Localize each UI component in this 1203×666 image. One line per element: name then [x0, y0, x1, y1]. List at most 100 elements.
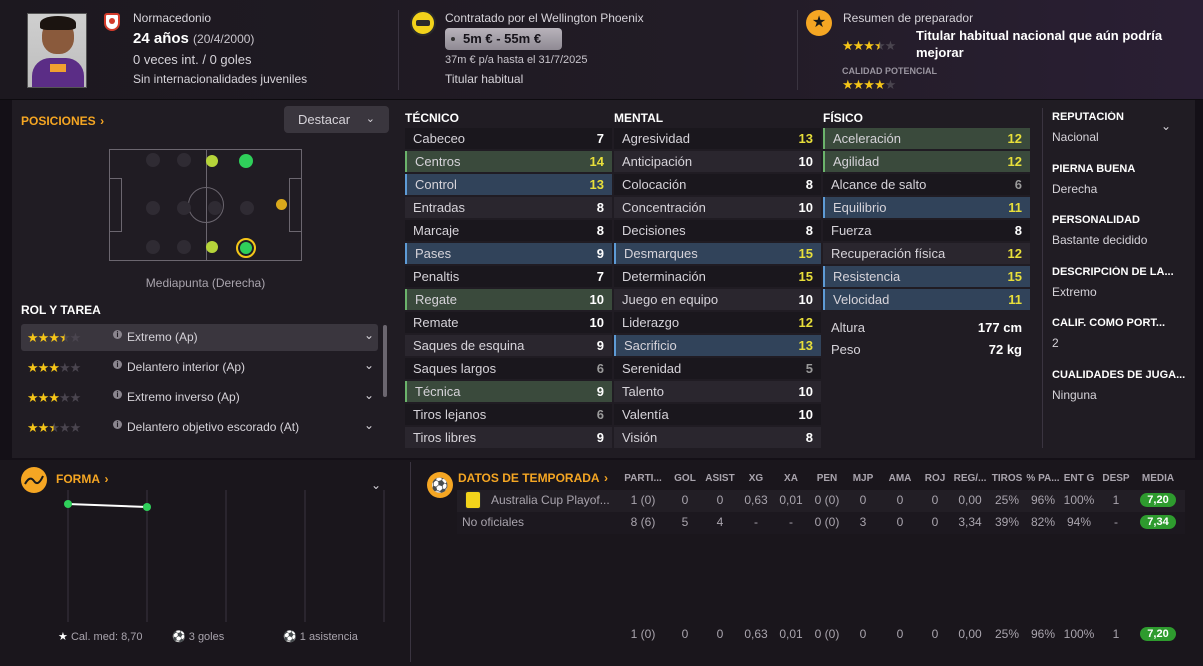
role-row[interactable]: ★★★★★ i Delantero objetivo escorado (At) ⌄	[21, 414, 378, 441]
role-row[interactable]: ★★★★★ i Extremo inverso (Ap) ⌄	[21, 384, 378, 411]
attribute-row[interactable]: Talento 10	[614, 381, 821, 402]
column-header[interactable]: DESP	[1094, 473, 1138, 484]
attribute-row[interactable]: Regate 10	[405, 289, 612, 310]
attribute-row[interactable]: Pases 9	[405, 243, 612, 264]
attribute-row[interactable]: Aceleración 12	[823, 128, 1030, 149]
role-stars: ★★★★★	[27, 420, 81, 435]
roles-scrollbar[interactable]	[383, 325, 387, 397]
attribute-name: Valentía	[622, 407, 669, 422]
attribute-value: 9	[596, 384, 604, 399]
attribute-row[interactable]: Desmarques 15	[614, 243, 821, 264]
attribute-row[interactable]: Decisiones 8	[614, 220, 821, 241]
attribute-row[interactable]: Remate 10	[405, 312, 612, 333]
attribute-row[interactable]: Penaltis 7	[405, 266, 612, 287]
attribute-row[interactable]: Recuperación física 12	[823, 243, 1030, 264]
role-row[interactable]: ★★★★★ i Extremo (Ap) ⌄	[21, 324, 378, 351]
column-header[interactable]: MEDIA	[1136, 473, 1180, 484]
attribute-value: 12	[1007, 246, 1022, 261]
attribute-value: 12	[1007, 131, 1022, 146]
info-icon[interactable]: i	[113, 390, 122, 399]
attribute-row[interactable]: Juego en equipo 10	[614, 289, 821, 310]
attribute-row[interactable]: Serenidad 5	[614, 358, 821, 379]
attribute-row[interactable]: Colocación 8	[614, 174, 821, 195]
weight-label: Peso	[831, 342, 861, 357]
scout-summary: Titular habitual nacional que aún podría…	[916, 28, 1163, 60]
attribute-row[interactable]: Fuerza 8	[823, 220, 1030, 241]
info-icon[interactable]: i	[113, 360, 122, 369]
attribute-row[interactable]: Anticipación 10	[614, 151, 821, 172]
attribute-value: 11	[1008, 292, 1022, 307]
attribute-row[interactable]: Saques largos 6	[405, 358, 612, 379]
attribute-row[interactable]: Concentración 10	[614, 197, 821, 218]
chevron-down-icon[interactable]: ⌄	[364, 388, 374, 402]
role-stars: ★★★★★	[27, 390, 81, 405]
attribute-name: Juego en equipo	[622, 292, 719, 307]
attribute-row[interactable]: Control 13	[405, 174, 612, 195]
attribute-row[interactable]: Liderazgo 12	[614, 312, 821, 333]
role-row[interactable]: ★★★★★ i Delantero interior (Ap) ⌄	[21, 354, 378, 381]
attribute-value: 5	[805, 361, 813, 376]
chevron-down-icon[interactable]: ⌄	[364, 328, 374, 342]
info-value: Ninguna	[1052, 387, 1097, 402]
attribute-row[interactable]: Velocidad 11	[823, 289, 1030, 310]
info-icon[interactable]: i	[113, 420, 122, 429]
attribute-row[interactable]: Agresividad 13	[614, 128, 821, 149]
attribute-name: Serenidad	[622, 361, 682, 376]
attribute-row[interactable]: Sacrificio 13	[614, 335, 821, 356]
attribute-name: Técnica	[415, 384, 461, 399]
attribute-value: 7	[596, 131, 604, 146]
positions-link[interactable]: POSICIONES ›	[21, 112, 104, 130]
selected-position-label: Mediapunta (Derecha)	[145, 276, 266, 290]
attribute-row[interactable]: Marcaje 8	[405, 220, 612, 241]
season-icon: ⚽	[427, 472, 453, 498]
chevron-down-icon[interactable]: ⌄	[364, 358, 374, 372]
attribute-row[interactable]: Resistencia 15	[823, 266, 1030, 287]
attribute-row[interactable]: Visión 8	[614, 427, 821, 448]
info-key: CUALIDADES DE JUGA...	[1052, 368, 1186, 381]
attribute-value: 9	[596, 246, 604, 261]
info-key: PERSONALIDAD	[1052, 214, 1141, 226]
coach-star-icon: ★	[806, 10, 832, 36]
attribute-name: Penaltis	[413, 269, 460, 284]
wage-info: 37m € p/a hasta el 31/7/2025	[445, 54, 588, 66]
assist-icon: ⚽	[283, 631, 297, 643]
info-icon[interactable]: i	[113, 330, 122, 339]
attribute-value: 11	[1008, 200, 1022, 215]
attribute-row[interactable]: Agilidad 12	[823, 151, 1030, 172]
attribute-row[interactable]: Centros 14	[405, 151, 612, 172]
attribute-row[interactable]: Técnica 9	[405, 381, 612, 402]
attribute-value: 9	[596, 338, 604, 353]
attribute-row[interactable]: Tiros libres 9	[405, 427, 612, 448]
attribute-name: Colocación	[622, 177, 687, 192]
attribute-row[interactable]: Cabeceo 7	[405, 128, 612, 149]
attribute-name: Desmarques	[624, 246, 698, 261]
info-key: PIERNA BUENA	[1052, 162, 1136, 175]
rating-badge: 7,20	[1140, 493, 1176, 507]
season-stats-link[interactable]: DATOS DE TEMPORADA ›	[458, 469, 608, 487]
attribute-row[interactable]: Saques de esquina 9	[405, 335, 612, 356]
attribute-row[interactable]: Determinación 15	[614, 266, 821, 287]
player-age: 24 años (20/4/2000)	[133, 30, 254, 47]
rating-badge: 7,34	[1140, 515, 1176, 529]
attribute-row[interactable]: Entradas 8	[405, 197, 612, 218]
column-header[interactable]: PARTI...	[621, 473, 665, 484]
info-value: Bastante decidido	[1052, 233, 1148, 247]
attribute-row[interactable]: Alcance de salto 6	[823, 174, 1030, 195]
goals-footer: ⚽ 3 goles	[172, 630, 224, 643]
youth-caps: Sin internacionalidades juveniles	[133, 72, 308, 86]
attribute-value: 8	[805, 430, 813, 445]
chevron-down-icon[interactable]: ⌄	[1161, 119, 1171, 133]
form-link[interactable]: FORMA ›	[56, 470, 108, 488]
attribute-row[interactable]: Valentía 10	[614, 404, 821, 425]
value-range: 5m € - 55m €	[463, 31, 542, 46]
mental-title: MENTAL	[614, 111, 664, 125]
attribute-name: Tiros lejanos	[413, 407, 487, 422]
position-dot-amr	[206, 241, 218, 253]
highlight-dropdown[interactable]: Destacar ⌄	[284, 106, 389, 133]
attribute-row[interactable]: Equilibrio 11	[823, 197, 1030, 218]
chevron-down-icon[interactable]: ⌄	[364, 418, 374, 432]
value-range-button[interactable]: 5m € - 55m €	[445, 28, 562, 50]
scout-report-title: Resumen de preparador	[843, 11, 974, 25]
attribute-row[interactable]: Tiros lejanos 6	[405, 404, 612, 425]
attribute-name: Marcaje	[413, 223, 460, 238]
